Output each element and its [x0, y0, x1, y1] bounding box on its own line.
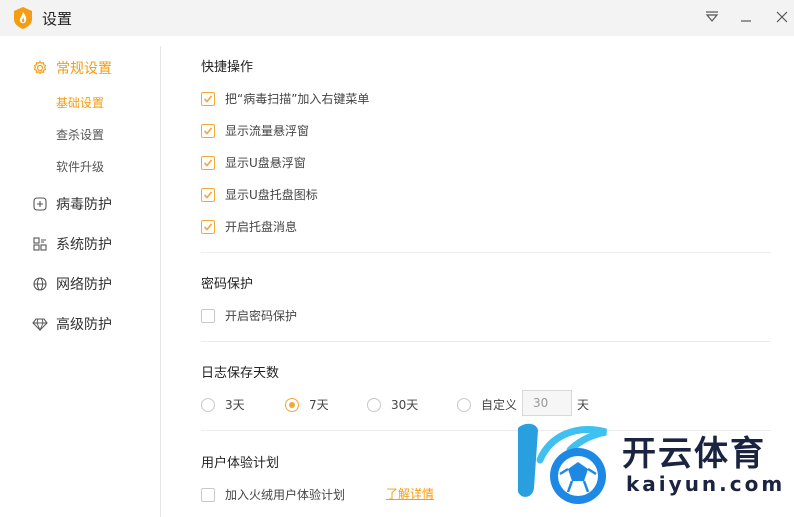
nav-sub-scan-settings[interactable]: 查杀设置 [56, 126, 104, 143]
radio-label: 30天 [391, 398, 419, 412]
divider [201, 341, 771, 342]
gear-icon [32, 60, 48, 76]
checkbox[interactable] [201, 123, 215, 138]
checkbox-label: 开启密码保护 [225, 309, 298, 323]
app-logo-icon [12, 6, 34, 30]
watermark-logo-icon [518, 423, 607, 504]
nav-advanced-protection[interactable]: 高级防护 [32, 314, 112, 334]
radio-button[interactable] [201, 397, 215, 412]
radio-7-days[interactable]: 7天 [285, 396, 329, 413]
checkbox[interactable] [201, 155, 215, 170]
close-icon[interactable] [770, 6, 794, 28]
checkbox[interactable] [201, 91, 215, 106]
nav-sub-basic-settings[interactable]: 基础设置 [56, 94, 104, 111]
checkbox[interactable] [201, 219, 215, 234]
nav-general-settings[interactable]: 常规设置 [32, 58, 112, 78]
nav-label: 病毒防护 [56, 197, 112, 213]
nav-virus-protection[interactable]: 病毒防护 [32, 194, 112, 214]
checkbox[interactable] [201, 487, 215, 502]
checkbox-label: 把“病毒扫描”加入右键菜单 [225, 92, 370, 106]
nav-label: 高级防护 [56, 317, 112, 333]
grid-icon [32, 236, 48, 252]
nav-label: 系统防护 [56, 237, 112, 253]
checkbox-row-experience-plan[interactable]: 加入火绒用户体验计划 [201, 486, 345, 503]
window-title: 设置 [42, 10, 73, 28]
checkbox-row-traffic-window[interactable]: 显示流量悬浮窗 [201, 122, 309, 139]
nav-sub-software-upgrade[interactable]: 软件升级 [56, 158, 104, 175]
diamond-icon [32, 316, 48, 332]
checkbox[interactable] [201, 187, 215, 202]
nav-label: 常规设置 [56, 61, 112, 77]
section-title-password: 密码保护 [201, 277, 254, 292]
checkbox-row-context-menu[interactable]: 把“病毒扫描”加入右键菜单 [201, 90, 369, 107]
title-bar: 设置 [0, 0, 794, 36]
watermark-cn-text: 开云体育 [622, 434, 766, 474]
divider [201, 252, 771, 253]
minimize-icon[interactable] [734, 6, 758, 28]
checkbox-label: 显示U盘托盘图标 [225, 188, 318, 202]
checkbox-row-tray-message[interactable]: 开启托盘消息 [201, 218, 297, 235]
checkbox-label: 开启托盘消息 [225, 220, 298, 234]
radio-label: 3天 [225, 398, 245, 412]
radio-custom[interactable]: 自定义 [457, 396, 517, 413]
plus-square-icon [32, 196, 48, 212]
section-title-log-days: 日志保存天数 [201, 366, 280, 381]
checkbox-row-usb-window[interactable]: 显示U盘悬浮窗 [201, 154, 306, 171]
nav-label: 网络防护 [56, 277, 112, 293]
custom-days-input[interactable]: 30 [522, 390, 572, 416]
radio-3-days[interactable]: 3天 [201, 396, 245, 413]
globe-icon [32, 276, 48, 292]
checkbox-row-usb-tray[interactable]: 显示U盘托盘图标 [201, 186, 318, 203]
watermark-en-text: kaiyun.com [626, 472, 786, 496]
radio-label: 7天 [309, 398, 329, 412]
checkbox[interactable] [201, 308, 215, 323]
checkbox-label: 加入火绒用户体验计划 [225, 488, 346, 502]
learn-more-link[interactable]: 了解详情 [386, 485, 434, 502]
checkbox-label: 显示U盘悬浮窗 [225, 156, 306, 170]
radio-button[interactable] [367, 397, 381, 412]
section-title-experience: 用户体验计划 [201, 456, 280, 471]
nav-network-protection[interactable]: 网络防护 [32, 274, 112, 294]
radio-button[interactable] [285, 397, 299, 412]
checkbox-row-password-protection[interactable]: 开启密码保护 [201, 307, 297, 324]
custom-days-unit: 天 [577, 398, 590, 412]
radio-30-days[interactable]: 30天 [367, 396, 418, 413]
section-title-shortcut: 快捷操作 [201, 60, 254, 75]
checkbox-label: 显示流量悬浮窗 [225, 124, 310, 138]
nav-system-protection[interactable]: 系统防护 [32, 234, 112, 254]
watermark: 开云体育 kaiyun.com [506, 416, 794, 517]
dropdown-triangle-icon[interactable] [700, 6, 724, 28]
radio-button[interactable] [457, 397, 471, 412]
radio-label: 自定义 [481, 398, 518, 412]
